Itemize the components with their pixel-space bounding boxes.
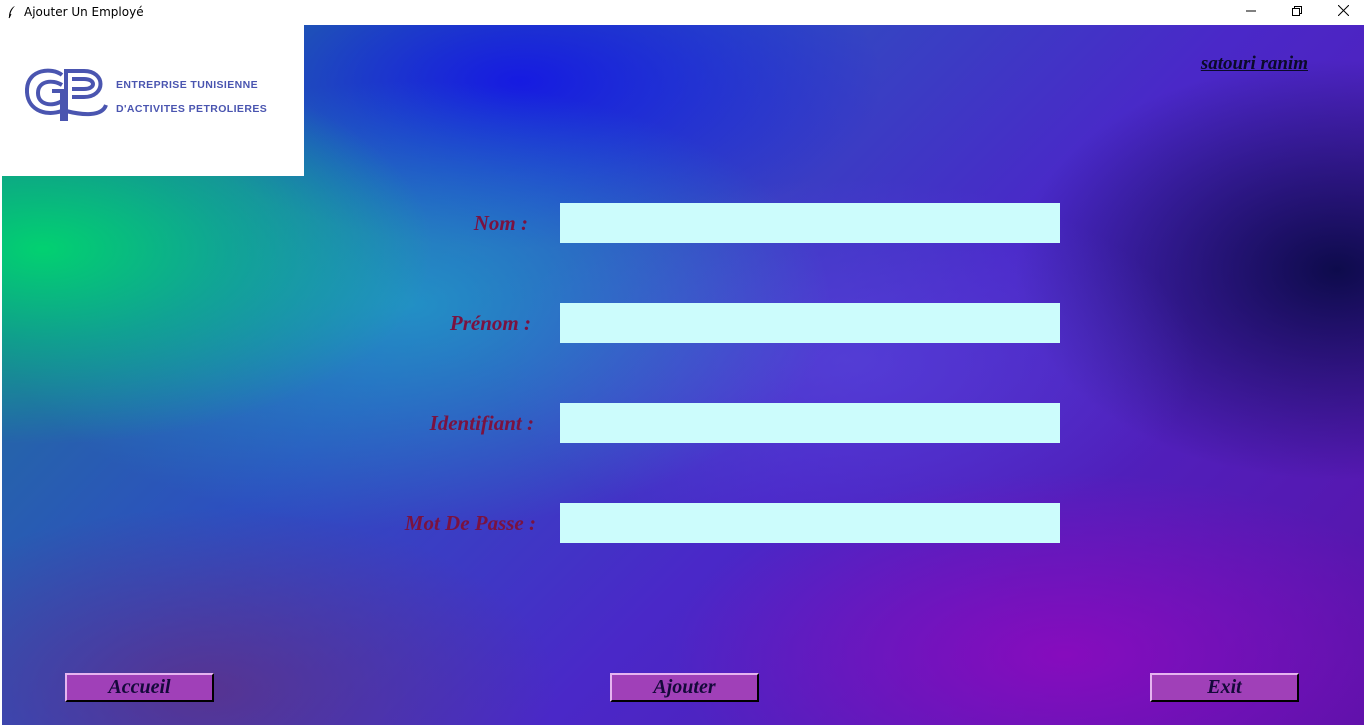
mot-de-passe-label: Mot De Passe : [404, 511, 536, 535]
exit-button[interactable]: Exit [1150, 673, 1299, 702]
minimize-icon [1246, 3, 1256, 21]
ajouter-button[interactable]: Ajouter [610, 673, 759, 702]
logo-line-1: ENTREPRISE TUNISIENNE [116, 79, 259, 91]
main-panel: ENTREPRISE TUNISIENNE D'ACTIVITES PETROL… [2, 25, 1364, 725]
prenom-input[interactable] [560, 303, 1060, 343]
restore-icon [1292, 3, 1302, 21]
feather-icon [4, 4, 20, 20]
nom-input[interactable] [560, 203, 1060, 243]
window-title: Ajouter Un Employé [24, 5, 144, 19]
identifiant-label: Identifiant : [429, 411, 534, 435]
prenom-label: Prénom : [449, 311, 531, 335]
user-name-link[interactable]: satouri ranim [1201, 53, 1308, 75]
close-icon [1337, 3, 1349, 21]
logo-line-2: D'ACTIVITES PETROLIERES [116, 103, 268, 115]
accueil-button[interactable]: Accueil [65, 673, 214, 702]
mot-de-passe-input[interactable] [560, 503, 1060, 543]
identifiant-input[interactable] [560, 403, 1060, 443]
title-bar: Ajouter Un Employé [0, 0, 1366, 24]
window-controls [1228, 0, 1366, 24]
company-logo: ENTREPRISE TUNISIENNE D'ACTIVITES PETROL… [2, 25, 304, 176]
app-window: Ajouter Un Employé ENTREPRISE TUNISIENNE… [0, 0, 1366, 725]
restore-button[interactable] [1274, 0, 1320, 24]
minimize-button[interactable] [1228, 0, 1274, 24]
nom-label: Nom : [473, 211, 528, 235]
close-button[interactable] [1320, 0, 1366, 24]
etap-logo-icon [22, 65, 110, 130]
